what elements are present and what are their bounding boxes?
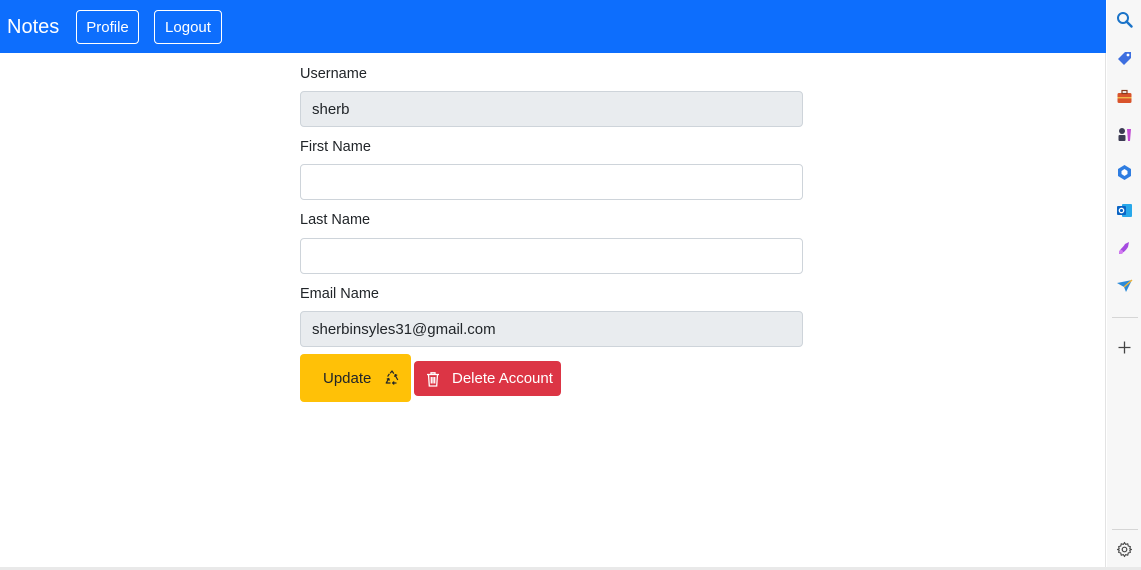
settings-icon[interactable]: [1116, 541, 1133, 558]
username-field: sherb: [300, 91, 803, 127]
first-name-field[interactable]: [300, 164, 803, 200]
profile-button[interactable]: Profile: [76, 10, 139, 44]
tag-icon[interactable]: [1116, 50, 1133, 67]
browser-sidebar: [1107, 0, 1141, 567]
first-name-label: First Name: [300, 139, 371, 155]
send-icon[interactable]: [1116, 278, 1133, 295]
email-field: sherbinsyles31@gmail.com: [300, 311, 803, 347]
sidebar-divider-bottom: [1112, 529, 1138, 530]
username-value: sherb: [312, 100, 350, 118]
navbar: Notes Profile Logout: [0, 0, 1106, 53]
last-name-field[interactable]: [300, 238, 803, 274]
search-icon[interactable]: [1116, 11, 1133, 28]
copilot-icon[interactable]: [1116, 164, 1133, 181]
update-button[interactable]: Update: [300, 354, 411, 402]
outlook-icon[interactable]: [1116, 202, 1133, 219]
brand-link[interactable]: Notes: [7, 14, 59, 40]
chess-icon[interactable]: [1116, 126, 1133, 143]
email-label: Email Name: [300, 286, 379, 302]
username-label: Username: [300, 66, 367, 82]
trash-icon: [427, 372, 439, 387]
delete-account-button[interactable]: Delete Account: [414, 361, 561, 396]
app-window: Notes Profile Logout Username sherb Firs…: [0, 0, 1106, 567]
browser-page: Notes Profile Logout Username sherb Firs…: [0, 0, 1141, 570]
sidebar-divider: [1112, 317, 1138, 318]
recycle-icon: [385, 370, 399, 385]
designer-icon[interactable]: [1116, 240, 1133, 257]
add-icon[interactable]: [1116, 339, 1133, 356]
delete-account-label: Delete Account: [452, 370, 553, 387]
logout-button[interactable]: Logout: [154, 10, 222, 44]
email-value: sherbinsyles31@gmail.com: [312, 320, 496, 338]
update-label: Update: [323, 370, 372, 387]
briefcase-icon[interactable]: [1116, 88, 1133, 105]
last-name-label: Last Name: [300, 212, 371, 228]
